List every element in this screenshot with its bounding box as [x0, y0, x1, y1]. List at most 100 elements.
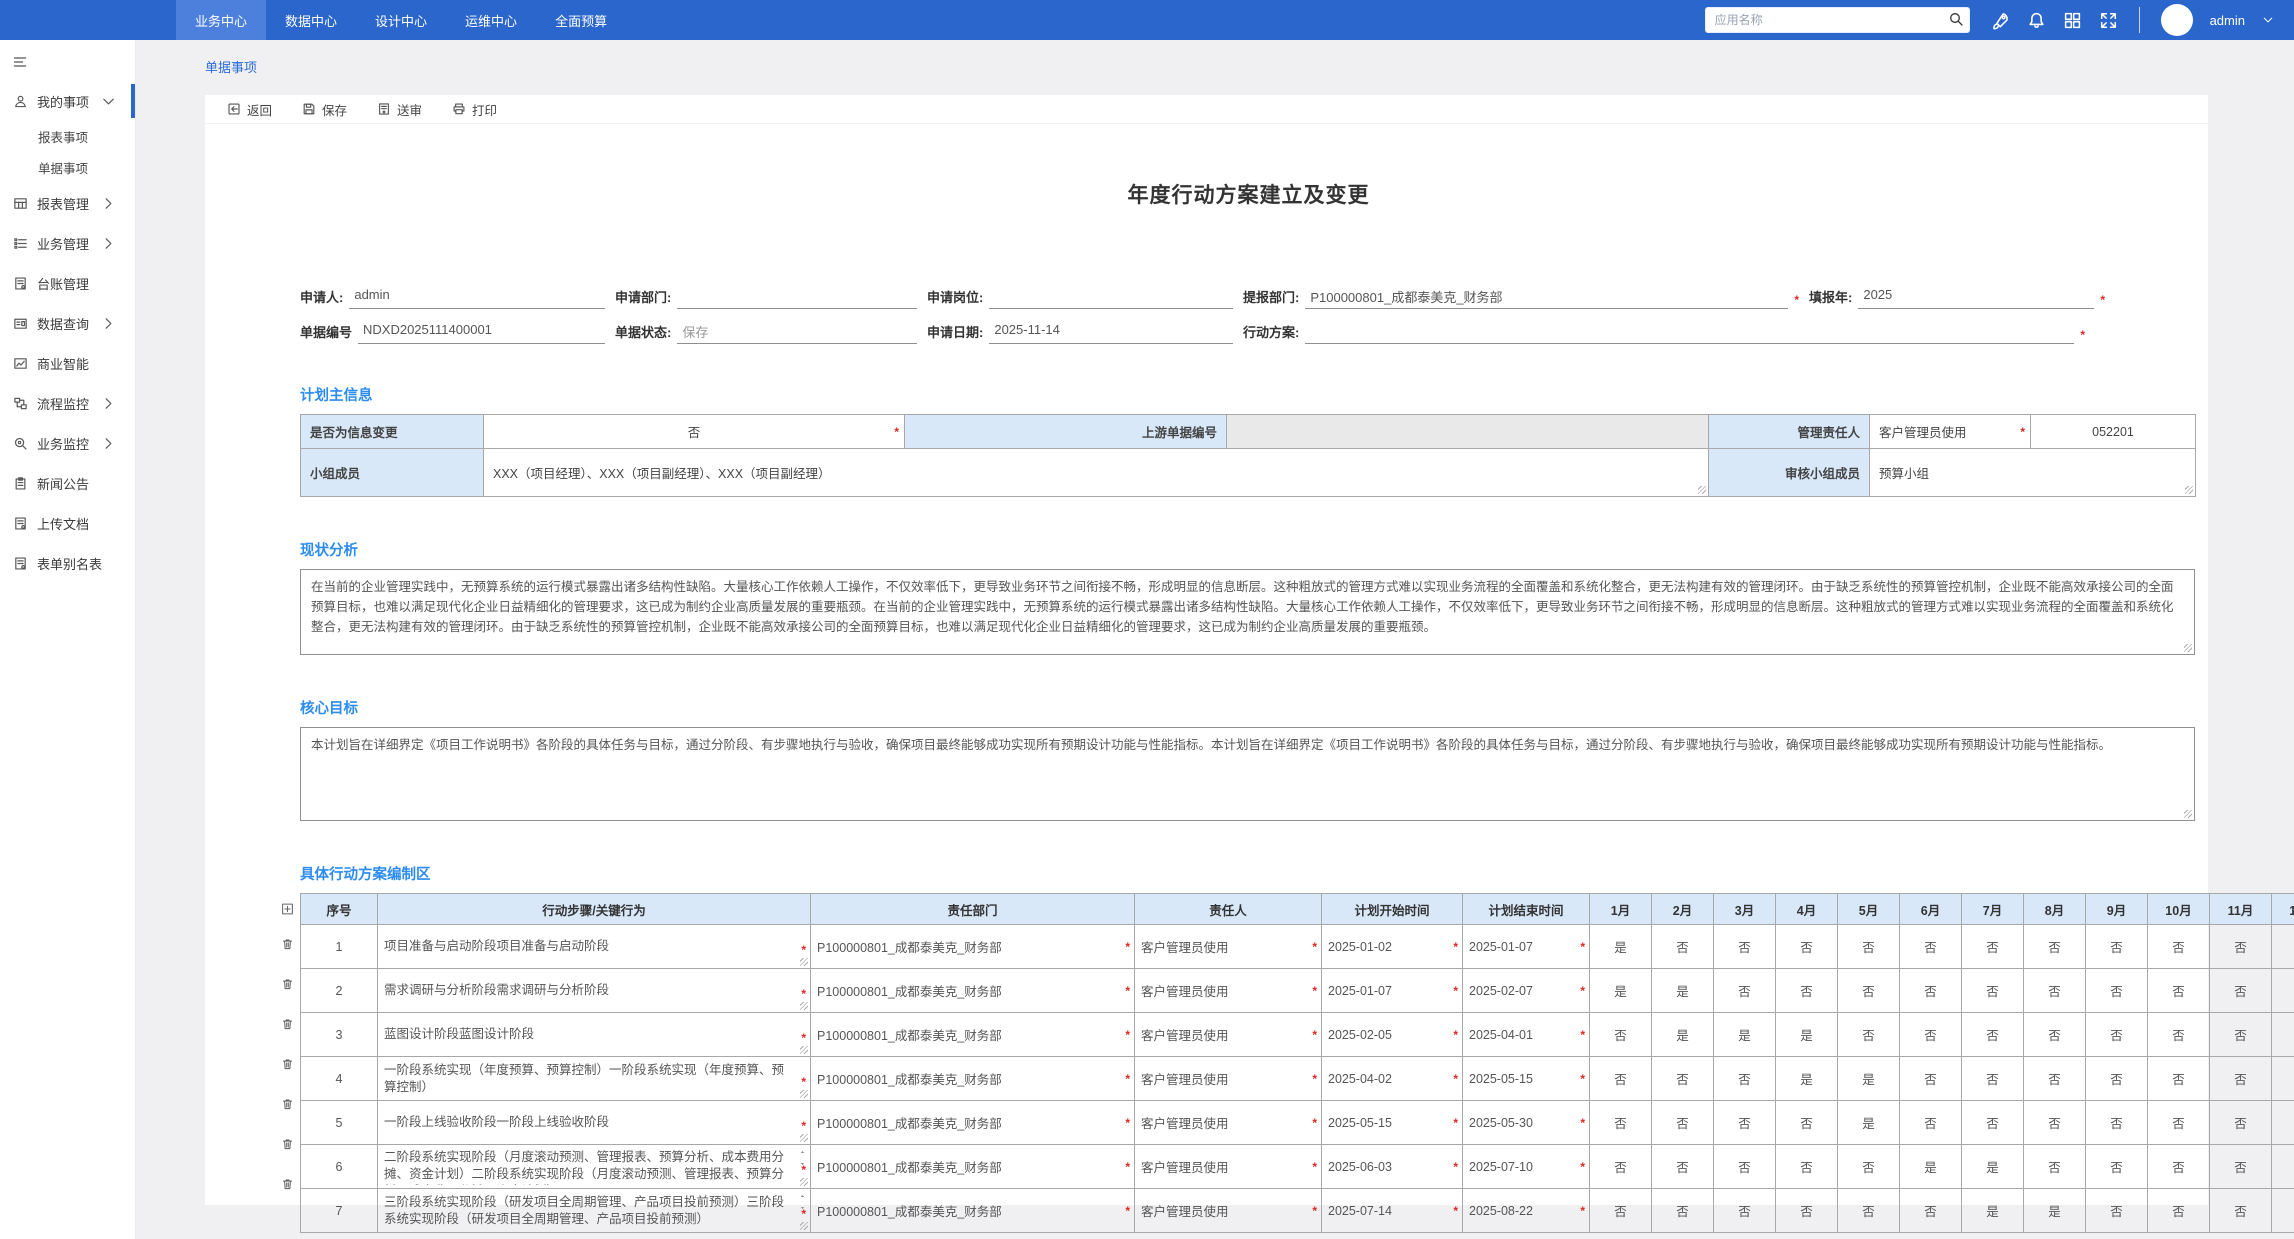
- toolbar-button[interactable]: 返回: [227, 100, 272, 119]
- month-flag-cell[interactable]: 否: [2210, 1145, 2272, 1189]
- end-date-cell[interactable]: 2025-02-07*: [1463, 969, 1590, 1013]
- field-input[interactable]: P100000801_成都泰美克_财务部: [1305, 287, 1788, 309]
- month-flag-cell[interactable]: 否: [2272, 1189, 2294, 1233]
- user-avatar-icon[interactable]: [2161, 4, 2193, 36]
- field-input[interactable]: [1305, 322, 2074, 344]
- toolbar-button[interactable]: 保存: [302, 100, 347, 119]
- fullscreen-icon[interactable]: [2099, 11, 2118, 30]
- chevron-down-icon[interactable]: [2262, 14, 2274, 26]
- month-flag-cell[interactable]: 否: [1652, 1189, 1714, 1233]
- toolbar-button[interactable]: 送审: [377, 100, 422, 119]
- sidebar-item[interactable]: 台账管理: [0, 263, 135, 303]
- toolbar-button[interactable]: 打印: [452, 100, 497, 119]
- month-flag-cell[interactable]: 否: [1776, 925, 1838, 969]
- bell-icon[interactable]: [2027, 11, 2046, 30]
- dept-cell[interactable]: P100000801_成都泰美克_财务部*: [811, 1145, 1135, 1189]
- month-flag-cell[interactable]: 否: [1590, 1145, 1652, 1189]
- month-flag-cell[interactable]: 否: [1714, 925, 1776, 969]
- month-flag-cell[interactable]: 否: [2210, 925, 2272, 969]
- month-flag-cell[interactable]: 否: [1838, 925, 1900, 969]
- nav-tab-3[interactable]: 设计中心: [356, 0, 446, 40]
- month-flag-cell[interactable]: 否: [1900, 1013, 1962, 1057]
- month-flag-cell[interactable]: 是: [1714, 1013, 1776, 1057]
- user-name[interactable]: admin: [2210, 13, 2245, 28]
- cell-scroll-spinner[interactable]: [798, 1193, 807, 1211]
- month-flag-cell[interactable]: 否: [1652, 1145, 1714, 1189]
- delete-row-button[interactable]: [281, 964, 294, 1004]
- month-flag-cell[interactable]: 是: [1838, 1101, 1900, 1145]
- month-flag-cell[interactable]: 否: [1776, 1145, 1838, 1189]
- goal-textarea[interactable]: 本计划旨在详细界定《项目工作说明书》各阶段的具体任务与目标，通过分阶段、有步骤地…: [300, 727, 2195, 821]
- month-flag-cell[interactable]: 否: [2210, 1013, 2272, 1057]
- resize-corner-icon[interactable]: [800, 1134, 808, 1142]
- dept-cell[interactable]: P100000801_成都泰美克_财务部*: [811, 1013, 1135, 1057]
- plan-change-field[interactable]: 否 *: [484, 415, 905, 449]
- field-input[interactable]: [677, 287, 917, 309]
- plan-upstream-field[interactable]: [1227, 415, 1709, 449]
- sidebar-item[interactable]: 新闻公告: [0, 463, 135, 503]
- month-flag-cell[interactable]: 否: [1652, 1057, 1714, 1101]
- plan-members-field[interactable]: XXX（项目经理）、XXX（项目副经理）、XXX（项目副经理）: [484, 449, 1709, 497]
- month-flag-cell[interactable]: 否: [1962, 1101, 2024, 1145]
- start-date-cell[interactable]: 2025-01-02*: [1322, 925, 1463, 969]
- field-input[interactable]: admin: [349, 287, 605, 309]
- sidebar-item[interactable]: 表单别名表: [0, 543, 135, 583]
- step-cell[interactable]: 三阶段系统实现阶段（研发项目全周期管理、产品项目投前预测）三阶段系统实现阶段（研…: [378, 1189, 811, 1233]
- start-date-cell[interactable]: 2025-01-07*: [1322, 969, 1463, 1013]
- month-flag-cell[interactable]: 是: [1590, 925, 1652, 969]
- month-flag-cell[interactable]: 否: [2024, 1101, 2086, 1145]
- sidebar-item[interactable]: 我的事项: [0, 81, 135, 121]
- hamburger-icon[interactable]: [12, 54, 28, 70]
- month-flag-cell[interactable]: 是: [1838, 1057, 1900, 1101]
- resize-corner-icon[interactable]: [1698, 486, 1706, 494]
- sidebar-subitem[interactable]: 单据事项: [0, 152, 135, 183]
- step-cell[interactable]: 需求调研与分析阶段需求调研与分析阶段*: [378, 969, 811, 1013]
- month-flag-cell[interactable]: 否: [2210, 1057, 2272, 1101]
- month-flag-cell[interactable]: 否: [2148, 1057, 2210, 1101]
- month-flag-cell[interactable]: 否: [2024, 1013, 2086, 1057]
- month-flag-cell[interactable]: 否: [1838, 1189, 1900, 1233]
- month-flag-cell[interactable]: 否: [2210, 969, 2272, 1013]
- month-flag-cell[interactable]: 否: [1900, 1057, 1962, 1101]
- month-flag-cell[interactable]: 否: [2148, 925, 2210, 969]
- resize-corner-icon[interactable]: [800, 1090, 808, 1098]
- sidebar-item[interactable]: 商业智能: [0, 343, 135, 383]
- month-flag-cell[interactable]: 否: [1652, 925, 1714, 969]
- month-flag-cell[interactable]: 是: [2024, 1189, 2086, 1233]
- person-cell[interactable]: 客户管理员使用*: [1135, 1189, 1322, 1233]
- month-flag-cell[interactable]: 否: [2086, 925, 2148, 969]
- month-flag-cell[interactable]: 否: [1590, 1101, 1652, 1145]
- month-flag-cell[interactable]: 否: [1838, 1013, 1900, 1057]
- dept-cell[interactable]: P100000801_成都泰美克_财务部*: [811, 1189, 1135, 1233]
- month-flag-cell[interactable]: 否: [1838, 1145, 1900, 1189]
- cell-scroll-spinner[interactable]: [798, 1149, 807, 1167]
- add-row-button[interactable]: [281, 893, 294, 924]
- month-flag-cell[interactable]: 是: [1776, 1013, 1838, 1057]
- end-date-cell[interactable]: 2025-08-22*: [1463, 1189, 1590, 1233]
- month-flag-cell[interactable]: 否: [2024, 1057, 2086, 1101]
- month-flag-cell[interactable]: 否: [1714, 1057, 1776, 1101]
- search-icon[interactable]: [1948, 11, 1964, 27]
- delete-row-button[interactable]: [281, 1004, 294, 1044]
- sidebar-item[interactable]: 报表管理: [0, 183, 135, 223]
- month-flag-cell[interactable]: 否: [1590, 1013, 1652, 1057]
- resize-corner-icon[interactable]: [800, 1178, 808, 1186]
- month-flag-cell[interactable]: 否: [2086, 1057, 2148, 1101]
- dept-cell[interactable]: P100000801_成都泰美克_财务部*: [811, 1057, 1135, 1101]
- dept-cell[interactable]: P100000801_成都泰美克_财务部*: [811, 1101, 1135, 1145]
- start-date-cell[interactable]: 2025-04-02*: [1322, 1057, 1463, 1101]
- month-flag-cell[interactable]: 否: [1776, 969, 1838, 1013]
- end-date-cell[interactable]: 2025-05-15*: [1463, 1057, 1590, 1101]
- resize-corner-icon[interactable]: [2184, 810, 2192, 818]
- start-date-cell[interactable]: 2025-07-14*: [1322, 1189, 1463, 1233]
- step-cell[interactable]: 蓝图设计阶段蓝图设计阶段*: [378, 1013, 811, 1057]
- month-flag-cell[interactable]: 否: [2148, 1013, 2210, 1057]
- month-flag-cell[interactable]: 否: [1590, 1057, 1652, 1101]
- end-date-cell[interactable]: 2025-05-30*: [1463, 1101, 1590, 1145]
- search-input[interactable]: [1705, 7, 1970, 33]
- month-flag-cell[interactable]: 否: [2086, 969, 2148, 1013]
- sidebar-subitem[interactable]: 报表事项: [0, 121, 135, 152]
- month-flag-cell[interactable]: 是: [1590, 969, 1652, 1013]
- month-flag-cell[interactable]: 是: [1776, 1057, 1838, 1101]
- plan-manager-field[interactable]: 客户管理员使用 *: [1870, 415, 2031, 449]
